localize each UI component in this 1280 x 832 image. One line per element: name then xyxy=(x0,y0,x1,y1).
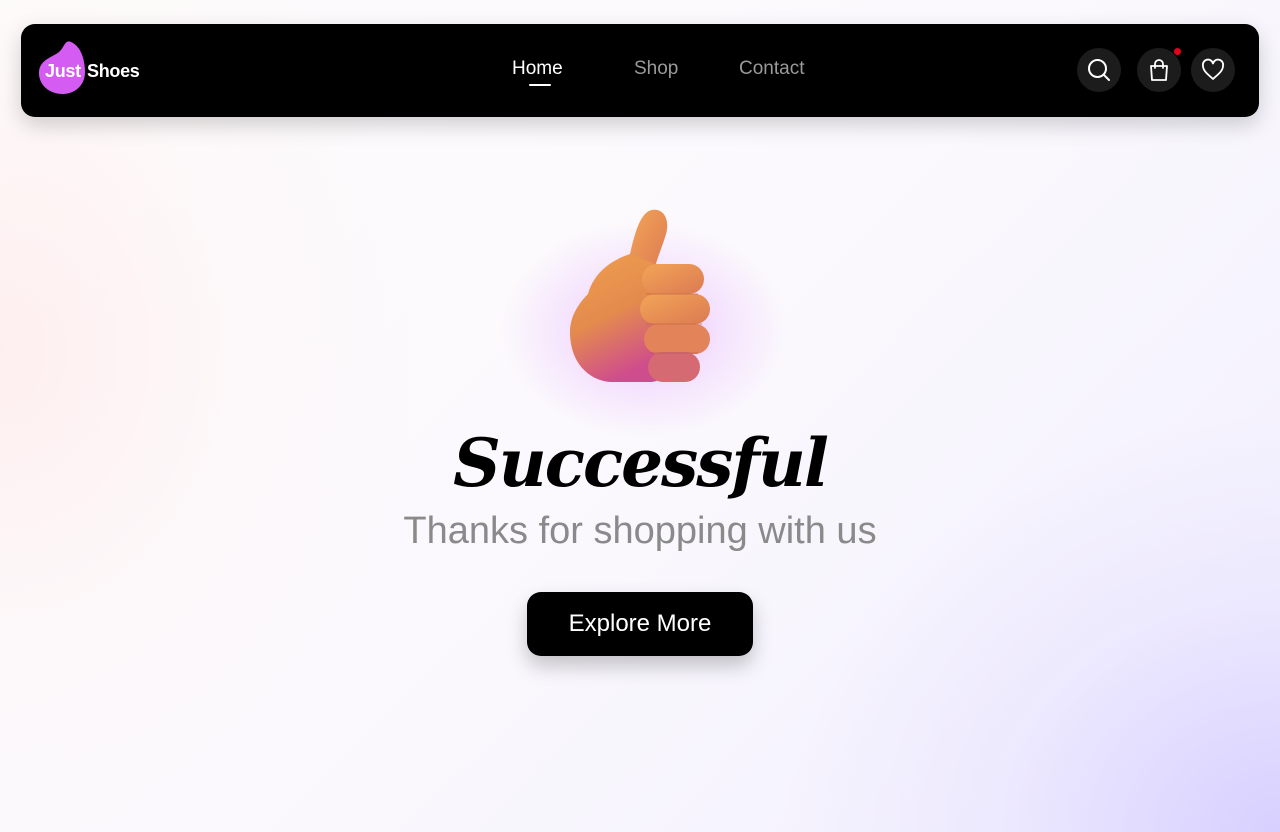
search-icon xyxy=(1088,59,1110,81)
shopping-bag-icon xyxy=(1150,59,1168,81)
wishlist-button[interactable] xyxy=(1191,48,1235,92)
nav-link-home[interactable]: Home xyxy=(512,58,563,80)
active-nav-indicator xyxy=(529,84,551,86)
cart-notification-badge xyxy=(1174,48,1181,55)
heart-icon xyxy=(1201,58,1225,80)
top-navbar: Just Shoes Home Shop Contact xyxy=(21,24,1259,117)
cart-button[interactable] xyxy=(1137,48,1181,92)
search-button[interactable] xyxy=(1077,48,1121,92)
success-title: Successful xyxy=(453,424,829,502)
explore-more-button[interactable]: Explore More xyxy=(527,592,753,656)
nav-link-shop[interactable]: Shop xyxy=(634,58,678,80)
nav-links: Home Shop Contact xyxy=(21,24,1259,117)
nav-link-contact[interactable]: Contact xyxy=(739,58,804,80)
thumbs-up-icon xyxy=(570,209,710,382)
success-subtitle: Thanks for shopping with us xyxy=(403,510,877,552)
